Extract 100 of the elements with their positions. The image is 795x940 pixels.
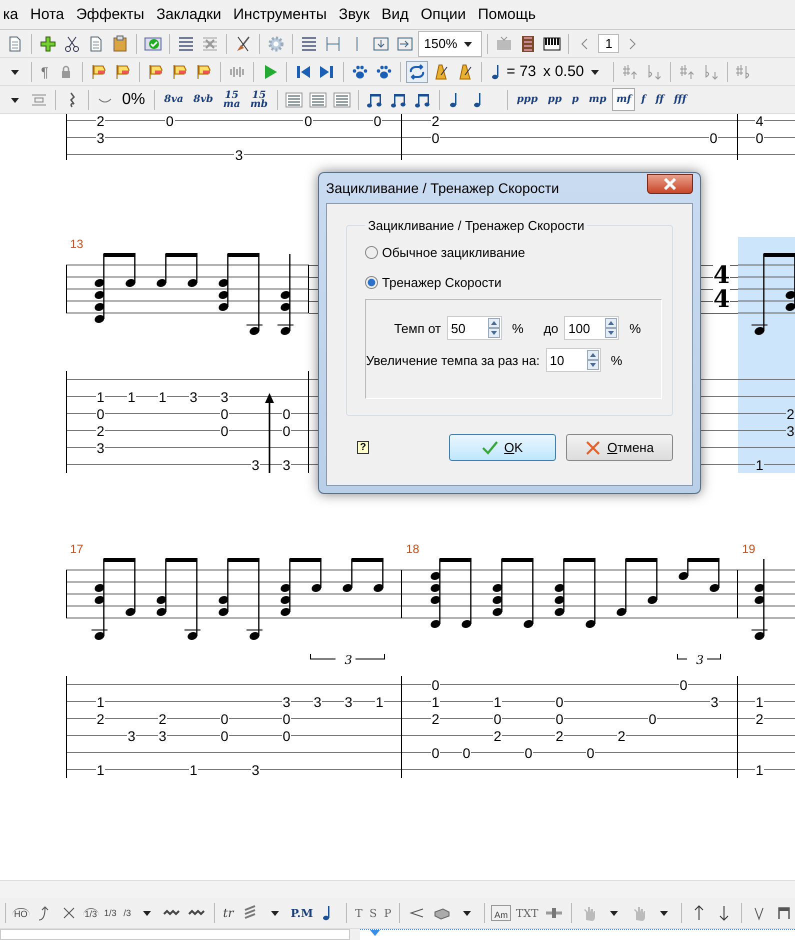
radio-button[interactable]	[365, 246, 378, 258]
spin-field[interactable]: 100	[564, 316, 620, 340]
close-button[interactable]	[647, 174, 693, 194]
trill-button[interactable]: tr	[221, 906, 236, 920]
field-label: до	[544, 320, 558, 336]
spin-field[interactable]: 10	[546, 348, 601, 372]
fret-number: 0	[220, 728, 230, 742]
zoom-dropdown[interactable]: 150%	[418, 30, 482, 56]
radio-option[interactable]: Тренажер Скорости	[365, 267, 662, 297]
fret-number: 1	[754, 458, 764, 472]
octave-button[interactable]: 15 mb	[246, 90, 272, 108]
fret-number: 0	[462, 746, 472, 760]
fret-number: 2	[96, 712, 106, 726]
close-icon[interactable]	[663, 178, 677, 190]
fret-number: 3	[220, 390, 230, 404]
percent-button[interactable]: 0%	[118, 90, 150, 108]
slide-button[interactable]: 1/3	[82, 908, 100, 918]
collapse-icon[interactable]	[370, 930, 380, 936]
spinner-icon[interactable]	[488, 318, 500, 338]
field-label: Темп от	[393, 320, 441, 336]
measure-number: 19	[742, 542, 756, 556]
fret-number: 1	[492, 694, 502, 708]
field-label: Увеличение темпа за раз на:	[366, 352, 540, 368]
help-button[interactable]: ?	[357, 441, 370, 454]
fret-number: 2	[430, 712, 440, 726]
fret-number: 3	[188, 390, 198, 404]
spin-field[interactable]: 50	[447, 316, 502, 340]
pilcrow-button[interactable]: ¶	[37, 64, 53, 80]
menu-item[interactable]: Закладки	[150, 6, 228, 23]
menu-item[interactable]: Эффекты	[70, 6, 150, 23]
loop-icon[interactable]	[406, 60, 428, 82]
dialog-title: Зацикливание / Тренажер Скорости	[326, 180, 560, 196]
fret-number: 0	[96, 406, 106, 420]
dynamic-button[interactable]: ff	[652, 88, 668, 111]
fret-number: 0	[372, 114, 382, 128]
dynamic-button[interactable]: f	[637, 88, 650, 111]
radio-button[interactable]	[365, 276, 378, 288]
fret-number: 2	[158, 712, 168, 726]
fraction-button[interactable]: 1/3	[102, 908, 119, 918]
fret-number: 2	[96, 114, 106, 128]
dynamic-button[interactable]: fff	[670, 88, 690, 111]
fret-number: 0	[678, 678, 688, 692]
fret-number: 2	[554, 728, 564, 742]
menu-item[interactable]: ка	[0, 6, 24, 23]
fret-number: 2	[430, 114, 440, 128]
dynamic-button[interactable]: mf	[612, 88, 636, 111]
tempo-value[interactable]: = 73	[506, 63, 536, 80]
fret-number: 0	[220, 424, 230, 438]
dynamic-button[interactable]: pp	[544, 88, 566, 111]
menu-item[interactable]: Помощь	[472, 6, 542, 23]
fret-number: 3	[710, 694, 720, 708]
fret-number: 0	[648, 712, 658, 726]
speed-dropdown[interactable]: x 0.50	[538, 60, 608, 84]
hammer-on-button[interactable]: HO	[12, 908, 30, 918]
fraction-button[interactable]: /3	[122, 908, 134, 918]
fret-number: 4	[754, 114, 764, 128]
cancel-button[interactable]: Отмена	[566, 434, 673, 461]
tap-button[interactable]: T	[353, 906, 364, 920]
percent-sign: %	[629, 320, 641, 336]
ok-button[interactable]: OK	[449, 434, 556, 461]
fret-number: 0	[492, 712, 502, 726]
dynamic-button[interactable]: p	[568, 88, 583, 111]
dynamic-button[interactable]: mp	[584, 88, 610, 111]
pop-button[interactable]: P	[382, 906, 394, 920]
fret-number: 3	[250, 458, 260, 472]
cross-icon	[585, 440, 602, 454]
fret-number: 0	[586, 746, 596, 760]
fret-number: 1	[158, 390, 168, 404]
menu-item[interactable]: Звук	[332, 6, 376, 23]
fret-number: 3	[96, 130, 106, 144]
fret-number: 0	[282, 728, 292, 742]
slap-button[interactable]: S	[367, 906, 379, 920]
fret-number: 3	[158, 728, 168, 742]
fret-number: 2	[754, 712, 764, 726]
measure-number: 18	[406, 542, 420, 556]
octave-button[interactable]: 15 ma	[219, 90, 244, 108]
fret-number: 0	[282, 406, 292, 420]
fret-number: 0	[282, 424, 292, 438]
radio-label: Тренажер Скорости	[382, 274, 502, 290]
spinner-icon[interactable]	[605, 318, 618, 338]
tuplet-number: 3	[344, 653, 352, 667]
fret-number: 1	[96, 694, 106, 708]
spinner-icon[interactable]	[586, 350, 599, 370]
dynamic-button[interactable]: ppp	[512, 88, 542, 111]
fret-number: 0	[708, 130, 718, 144]
text-button[interactable]: TXT	[514, 906, 540, 920]
tuplet-number: 3	[696, 653, 704, 667]
palm-mute-button[interactable]: P.M	[288, 906, 316, 920]
group-title: Зацикливание / Тренажер Скорости	[367, 218, 586, 233]
radio-option[interactable]: Обычное зацикливание	[365, 237, 662, 267]
menu-item[interactable]: Инструменты	[227, 6, 333, 23]
menu-item[interactable]: Опции	[414, 6, 472, 23]
octave-button[interactable]: 8vb	[189, 95, 218, 104]
menu-item[interactable]: Нота	[24, 6, 70, 23]
check-icon	[482, 440, 498, 454]
menu-item[interactable]: Вид	[376, 6, 415, 23]
chord-button[interactable]: Am	[491, 905, 511, 921]
octave-button[interactable]: 8va	[160, 95, 188, 104]
page-field[interactable]: 1	[598, 34, 620, 53]
fret-number: 1	[96, 762, 106, 776]
